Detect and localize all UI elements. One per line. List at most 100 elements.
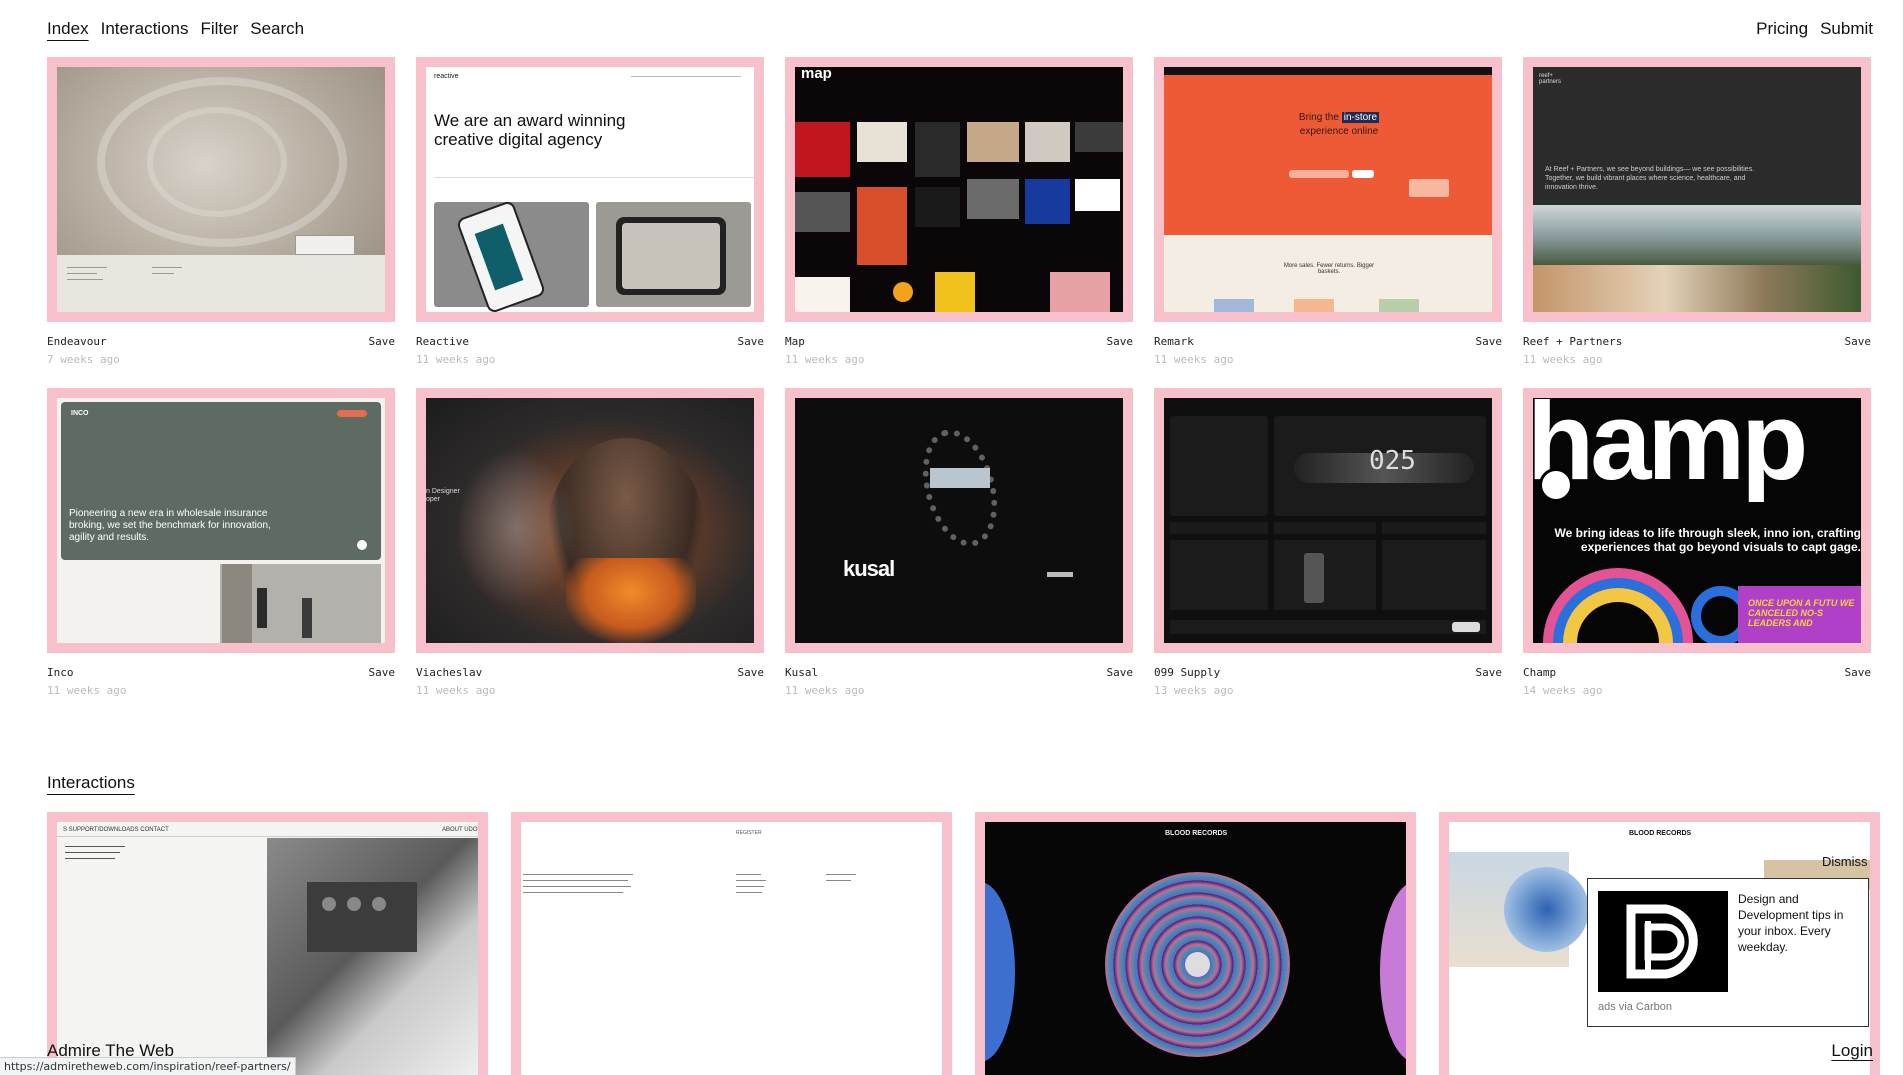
save-button[interactable]: Save bbox=[1476, 335, 1503, 348]
reactive-logo: reactive bbox=[434, 73, 459, 80]
reef-partners-preview: reef+ partners At Reef + Partners, we se… bbox=[1533, 67, 1861, 312]
interaction-card-3[interactable]: BLOOD RECORDS bbox=[975, 812, 1416, 1075]
site-card-inco[interactable]: INCO Pioneering a new era in wholesale i… bbox=[47, 388, 395, 697]
site-card-viacheslav[interactable]: n Designer oper Viacheslav Save 11 weeks… bbox=[416, 388, 764, 697]
site-thumbnail[interactable]: 025 bbox=[1154, 388, 1502, 653]
site-age: 11 weeks ago bbox=[416, 353, 496, 366]
dismiss-ad-button[interactable]: Dismiss bbox=[1822, 854, 1868, 869]
inco-logo: INCO bbox=[71, 410, 89, 417]
nav-pricing[interactable]: Pricing bbox=[1756, 19, 1808, 39]
nav-search[interactable]: Search bbox=[250, 19, 304, 39]
site-card-kusal[interactable]: kusal Kusal Save 11 weeks ago bbox=[785, 388, 1133, 697]
site-card-endeavour[interactable]: Endeavour Save 7 weeks ago bbox=[47, 57, 395, 366]
save-button[interactable]: Save bbox=[1107, 666, 1134, 679]
site-thumbnail[interactable]: INCO Pioneering a new era in wholesale i… bbox=[47, 388, 395, 653]
interaction-1-nav: S SUPPORT/DOWNLOADS CONTACT bbox=[63, 827, 169, 833]
save-button[interactable]: Save bbox=[1845, 666, 1872, 679]
nav-right-group: Pricing Submit bbox=[1756, 19, 1873, 39]
site-title[interactable]: Viacheslav bbox=[416, 666, 482, 679]
site-card-map[interactable]: map Map Save 11 weeks ago bbox=[785, 57, 1133, 366]
site-age: 11 weeks ago bbox=[785, 684, 865, 697]
site-title[interactable]: Endeavour bbox=[47, 335, 107, 348]
save-button[interactable]: Save bbox=[369, 335, 396, 348]
remark-preview: Bring the in-store experience online Mor… bbox=[1164, 67, 1492, 312]
site-title[interactable]: 099 Supply bbox=[1154, 666, 1220, 679]
map-preview: map bbox=[795, 67, 1123, 312]
remark-subline: More sales. Fewer returns. Bigger basket… bbox=[1283, 263, 1375, 275]
site-title[interactable]: Inco bbox=[47, 666, 74, 679]
nav-submit[interactable]: Submit bbox=[1820, 19, 1873, 39]
nav-index[interactable]: Index bbox=[47, 19, 89, 39]
site-thumbnail[interactable]: hamp We bring ideas to life through slee… bbox=[1523, 388, 1871, 653]
site-card-champ[interactable]: hamp We bring ideas to life through slee… bbox=[1523, 388, 1871, 697]
interaction-preview-2: REGISTER bbox=[521, 822, 942, 1075]
top-navigation: Index Interactions Filter Search Pricing… bbox=[0, 0, 1903, 56]
site-age: 11 weeks ago bbox=[1154, 353, 1234, 366]
interaction-preview-3: BLOOD RECORDS bbox=[985, 822, 1406, 1075]
site-title[interactable]: Map bbox=[785, 335, 805, 348]
site-title[interactable]: Reactive bbox=[416, 335, 469, 348]
site-title[interactable]: Remark bbox=[1154, 335, 1194, 348]
site-thumbnail[interactable]: kusal bbox=[785, 388, 1133, 653]
ad-text[interactable]: Design and Development tips in your inbo… bbox=[1738, 891, 1860, 955]
site-title[interactable]: Reef + Partners bbox=[1523, 335, 1622, 348]
site-thumbnail[interactable]: reef+ partners At Reef + Partners, we se… bbox=[1523, 57, 1871, 322]
champ-big-word: hamp bbox=[1533, 398, 1808, 503]
save-button[interactable]: Save bbox=[738, 335, 765, 348]
interaction-2-label: REGISTER bbox=[736, 830, 762, 836]
save-button[interactable]: Save bbox=[1476, 666, 1503, 679]
remark-headline-b: in-store bbox=[1341, 112, 1380, 123]
viacheslav-side-text: n Designer oper bbox=[426, 488, 460, 503]
champ-promo: ONCE UPON A FUTU WE CANCELED NO-S LEADER… bbox=[1748, 598, 1855, 628]
carbon-ad[interactable]: Design and Development tips in your inbo… bbox=[1587, 878, 1869, 1027]
nav-left-group: Index Interactions Filter Search bbox=[47, 19, 304, 39]
ad-logo-image[interactable] bbox=[1598, 891, 1728, 992]
viacheslav-preview: n Designer oper bbox=[426, 398, 754, 643]
nav-filter[interactable]: Filter bbox=[200, 19, 238, 39]
interaction-3-label: BLOOD RECORDS bbox=[1165, 830, 1228, 837]
champ-tagline: We bring ideas to life through sleek, in… bbox=[1554, 526, 1861, 554]
reactive-preview: reactive We are an award winning creativ… bbox=[426, 67, 754, 312]
site-age: 11 weeks ago bbox=[47, 684, 127, 697]
interaction-card-2[interactable]: REGISTER bbox=[511, 812, 952, 1075]
site-thumbnail[interactable]: map bbox=[785, 57, 1133, 322]
site-card-reactive[interactable]: reactive We are an award winning creativ… bbox=[416, 57, 764, 366]
site-card-reef-partners[interactable]: reef+ partners At Reef + Partners, we se… bbox=[1523, 57, 1871, 366]
endeavour-preview bbox=[57, 67, 385, 312]
remark-headline-a: Bring the bbox=[1298, 112, 1339, 123]
site-age: 14 weeks ago bbox=[1523, 684, 1603, 697]
kusal-preview: kusal bbox=[795, 398, 1123, 643]
site-title[interactable]: Champ bbox=[1523, 666, 1556, 679]
site-card-099-supply[interactable]: 025 099 Supply Save 13 weeks ago bbox=[1154, 388, 1502, 697]
site-title[interactable]: Kusal bbox=[785, 666, 818, 679]
nav-interactions[interactable]: Interactions bbox=[101, 19, 189, 39]
kusal-logo: kusal bbox=[843, 556, 895, 581]
site-age: 11 weeks ago bbox=[785, 353, 865, 366]
interaction-1-nav-right: ABOUT UDO bbox=[442, 827, 478, 833]
reactive-headline: We are an award winning creative digital… bbox=[434, 111, 626, 149]
site-thumbnail[interactable] bbox=[47, 57, 395, 322]
inco-headline: Pioneering a new era in wholesale insura… bbox=[69, 508, 271, 543]
reef-logo: reef+ partners bbox=[1539, 73, 1562, 85]
099-supply-preview: 025 bbox=[1164, 398, 1492, 643]
save-button[interactable]: Save bbox=[1107, 335, 1134, 348]
champ-preview: hamp We bring ideas to life through slee… bbox=[1533, 398, 1861, 643]
save-button[interactable]: Save bbox=[1845, 335, 1872, 348]
remark-headline-c: experience online bbox=[1299, 126, 1379, 137]
site-card-remark[interactable]: Bring the in-store experience online Mor… bbox=[1154, 57, 1502, 366]
interaction-preview-1: S SUPPORT/DOWNLOADS CONTACT ABOUT UDO bbox=[57, 822, 478, 1075]
099-big-number: 025 bbox=[1369, 446, 1416, 476]
interaction-card-1[interactable]: S SUPPORT/DOWNLOADS CONTACT ABOUT UDO bbox=[47, 812, 488, 1075]
site-thumbnail[interactable]: reactive We are an award winning creativ… bbox=[416, 57, 764, 322]
save-button[interactable]: Save bbox=[369, 666, 396, 679]
save-button[interactable]: Save bbox=[738, 666, 765, 679]
inco-preview: INCO Pioneering a new era in wholesale i… bbox=[57, 398, 385, 643]
ad-via-carbon[interactable]: ads via Carbon bbox=[1598, 1001, 1672, 1013]
site-thumbnail[interactable]: Bring the in-store experience online Mor… bbox=[1154, 57, 1502, 322]
site-age: 7 weeks ago bbox=[47, 353, 120, 366]
login-link[interactable]: Login bbox=[1831, 1041, 1873, 1061]
site-thumbnail[interactable]: n Designer oper bbox=[416, 388, 764, 653]
interaction-4-label: BLOOD RECORDS bbox=[1629, 830, 1692, 837]
browser-status-url: https://admiretheweb.com/inspiration/ree… bbox=[0, 1057, 296, 1075]
interactions-section-title[interactable]: Interactions bbox=[47, 773, 135, 793]
